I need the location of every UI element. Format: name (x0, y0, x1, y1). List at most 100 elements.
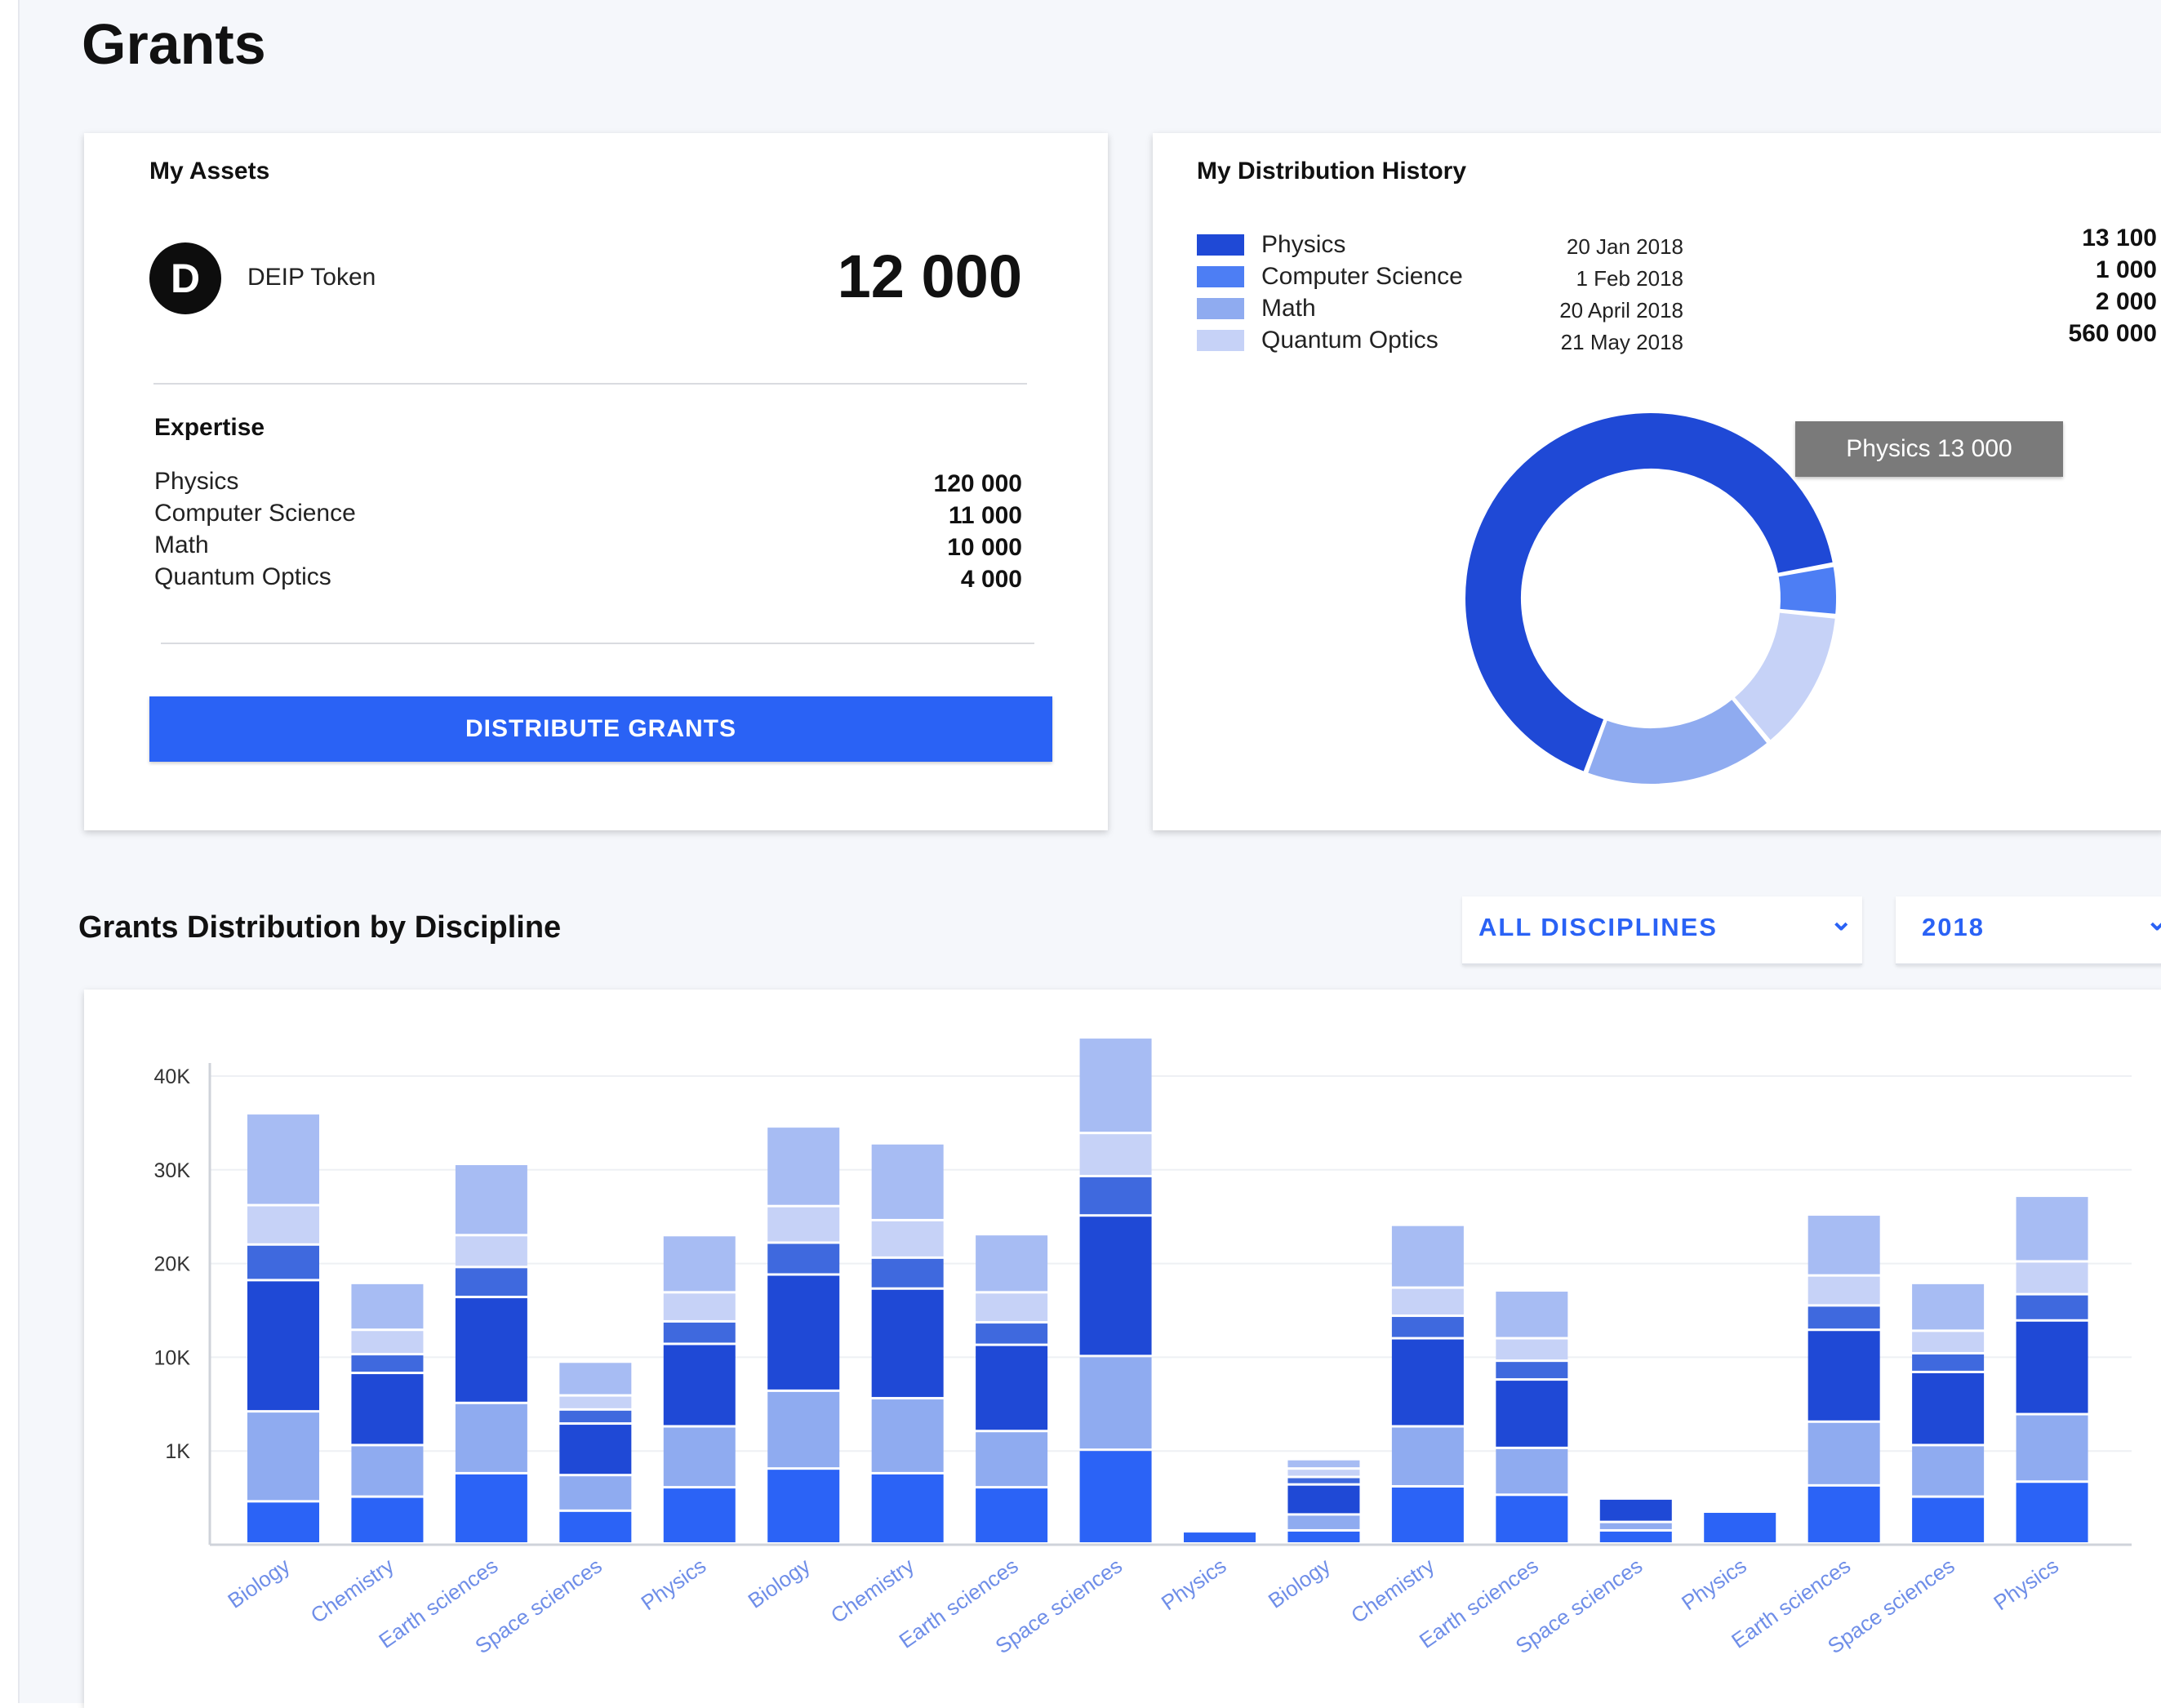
bar-segment[interactable] (559, 1476, 632, 1510)
bar-segment[interactable] (663, 1427, 736, 1487)
bar-segment[interactable] (871, 1289, 944, 1398)
discipline-filter-select[interactable]: ALL DISCIPLINES ⌄ (1462, 896, 1862, 965)
bar-segment[interactable] (767, 1275, 840, 1390)
bar-segment[interactable] (1599, 1499, 1672, 1521)
bar-segment[interactable] (767, 1128, 840, 1205)
bar-segment[interactable] (663, 1488, 736, 1542)
bar-segment[interactable] (455, 1474, 527, 1542)
bar-segment[interactable] (351, 1355, 424, 1372)
bar-segment[interactable] (1496, 1339, 1568, 1360)
distribute-grants-button[interactable]: DISTRIBUTE GRANTS (149, 696, 1052, 762)
bar-segment[interactable] (1079, 1217, 1152, 1355)
bar-segment[interactable] (767, 1391, 840, 1468)
x-tick-label[interactable]: Biology (1264, 1553, 1335, 1612)
bar-segment[interactable] (767, 1243, 840, 1274)
bar-segment[interactable] (1912, 1354, 1985, 1371)
bar-segment[interactable] (976, 1293, 1048, 1322)
x-tick-label[interactable]: Physics (637, 1553, 711, 1615)
bar-segment[interactable] (455, 1403, 527, 1472)
bar-segment[interactable] (663, 1322, 736, 1343)
bar-segment[interactable] (1912, 1283, 1985, 1330)
x-tick-label[interactable]: Physics (1157, 1553, 1231, 1615)
bar-segment[interactable] (2016, 1415, 2088, 1481)
bar-segment[interactable] (1912, 1446, 1985, 1496)
bar-segment[interactable] (1287, 1470, 1360, 1476)
bar-segment[interactable] (1496, 1381, 1568, 1447)
bar-segment[interactable] (455, 1236, 527, 1266)
bar-segment[interactable] (1287, 1478, 1360, 1483)
bar-segment[interactable] (559, 1410, 632, 1423)
bar-segment[interactable] (2016, 1295, 2088, 1319)
bar-segment[interactable] (247, 1281, 319, 1411)
bar-segment[interactable] (1496, 1496, 1568, 1542)
bar-segment[interactable] (2016, 1262, 2088, 1293)
bar-segment[interactable] (1391, 1339, 1464, 1426)
x-tick-label[interactable]: Biology (744, 1553, 815, 1612)
bar-segment[interactable] (663, 1236, 736, 1292)
x-tick-label[interactable]: Physics (1989, 1553, 2063, 1615)
bar-segment[interactable] (2016, 1321, 2088, 1413)
bar-segment[interactable] (455, 1298, 527, 1402)
bar-segment[interactable] (247, 1206, 319, 1243)
bar-segment[interactable] (767, 1470, 840, 1542)
bar-segment[interactable] (351, 1446, 424, 1496)
bar-segment[interactable] (871, 1399, 944, 1472)
bar-segment[interactable] (1079, 1039, 1152, 1132)
bar-segment[interactable] (1599, 1531, 1672, 1542)
bar-segment[interactable] (559, 1511, 632, 1542)
bar-segment[interactable] (559, 1363, 632, 1394)
bar-segment[interactable] (1391, 1288, 1464, 1315)
bar-segment[interactable] (1912, 1497, 1985, 1542)
bar-segment[interactable] (1079, 1134, 1152, 1175)
bar-segment[interactable] (559, 1425, 632, 1474)
bar-segment[interactable] (1808, 1276, 1880, 1305)
bar-segment[interactable] (1808, 1331, 1880, 1421)
bar-segment[interactable] (1808, 1216, 1880, 1274)
bar-segment[interactable] (663, 1345, 736, 1426)
bar-segment[interactable] (1287, 1515, 1360, 1529)
x-tick-label[interactable]: Physics (1677, 1553, 1751, 1615)
bar-segment[interactable] (559, 1396, 632, 1408)
bar-segment[interactable] (976, 1323, 1048, 1344)
bar-segment[interactable] (871, 1144, 944, 1219)
bar-segment[interactable] (871, 1474, 944, 1542)
bar-segment[interactable] (351, 1283, 424, 1329)
bar-segment[interactable] (1079, 1357, 1152, 1449)
bar-segment[interactable] (1391, 1225, 1464, 1287)
bar-segment[interactable] (1912, 1372, 1985, 1444)
x-tick-label[interactable]: Chemistry (1346, 1553, 1438, 1628)
donut-segment[interactable] (1585, 697, 1769, 785)
bar-segment[interactable] (1287, 1485, 1360, 1514)
bar-segment[interactable] (247, 1412, 319, 1501)
bar-segment[interactable] (871, 1258, 944, 1288)
year-filter-select[interactable]: 2018 ⌄ (1896, 896, 2161, 965)
x-tick-label[interactable]: Chemistry (306, 1553, 398, 1628)
bar-segment[interactable] (1808, 1486, 1880, 1542)
bar-segment[interactable] (1079, 1451, 1152, 1542)
bar-segment[interactable] (1079, 1176, 1152, 1215)
bar-segment[interactable] (455, 1268, 527, 1297)
bar-segment[interactable] (976, 1345, 1048, 1430)
bar-segment[interactable] (1704, 1512, 1776, 1542)
x-tick-label[interactable]: Chemistry (826, 1553, 918, 1628)
bar-segment[interactable] (1912, 1332, 1985, 1352)
bar-segment[interactable] (351, 1331, 424, 1354)
bar-segment[interactable] (1599, 1523, 1672, 1529)
bar-segment[interactable] (1496, 1448, 1568, 1494)
bar-segment[interactable] (976, 1488, 1048, 1542)
bar-segment[interactable] (663, 1293, 736, 1320)
bar-segment[interactable] (1496, 1362, 1568, 1379)
bar-segment[interactable] (871, 1221, 944, 1257)
bar-segment[interactable] (767, 1207, 840, 1242)
bar-segment[interactable] (1287, 1531, 1360, 1542)
bar-segment[interactable] (455, 1165, 527, 1234)
bar-segment[interactable] (1184, 1532, 1256, 1542)
bar-segment[interactable] (247, 1114, 319, 1204)
bar-segment[interactable] (1496, 1292, 1568, 1337)
bar-segment[interactable] (1391, 1317, 1464, 1337)
bar-segment[interactable] (1287, 1460, 1360, 1468)
bar-segment[interactable] (2016, 1197, 2088, 1261)
bar-segment[interactable] (1391, 1427, 1464, 1485)
bar-segment[interactable] (1808, 1306, 1880, 1329)
bar-segment[interactable] (247, 1502, 319, 1542)
